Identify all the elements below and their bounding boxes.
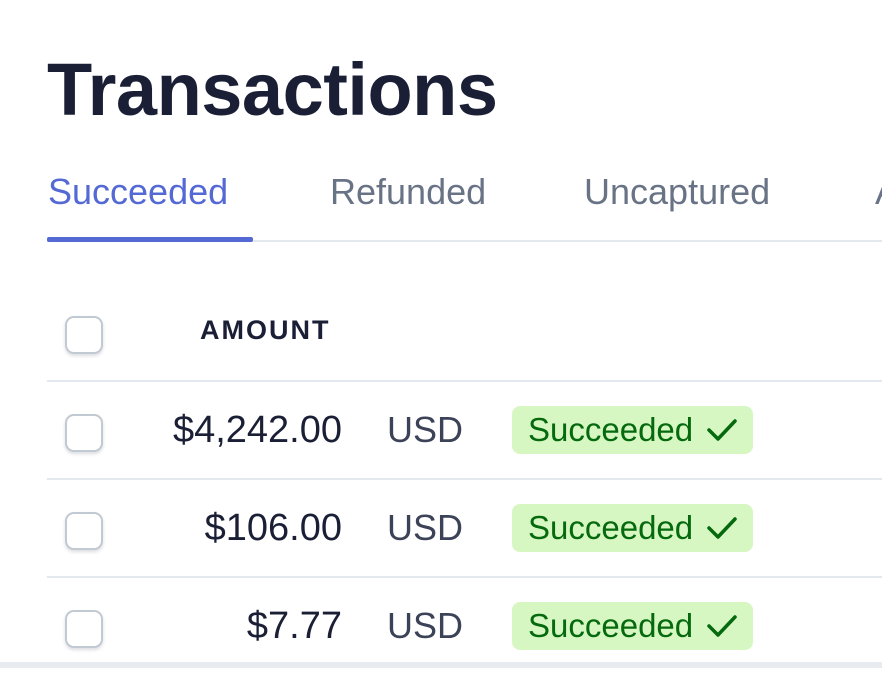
currency-code: USD [387,605,464,646]
amount-value: $106.00 [204,507,342,549]
select-all-checkbox[interactable] [65,316,103,354]
table-header-row: AMOUNT [47,284,882,382]
tab-bar: Succeeded Refunded Uncaptured A [47,160,882,242]
amount-value: $4,242.00 [172,409,342,451]
check-icon [707,615,737,637]
page-title: Transactions [47,48,498,131]
currency-code: USD [387,409,464,450]
status-badge: Succeeded [512,504,754,552]
bottom-divider [0,662,882,668]
column-header-amount[interactable]: AMOUNT [200,315,330,346]
status-label: Succeeded [528,509,694,546]
row-checkbox[interactable] [65,610,103,648]
row-checkbox[interactable] [65,512,103,550]
status-label: Succeeded [528,411,694,448]
check-icon [707,419,737,441]
active-tab-indicator [47,237,253,242]
status-label: Succeeded [528,607,694,644]
table-row[interactable]: $106.00 USD Succeeded [47,480,882,578]
status-badge: Succeeded [512,406,754,454]
status-badge: Succeeded [512,602,754,650]
row-checkbox[interactable] [65,414,103,452]
tab-all[interactable]: A [875,170,882,214]
amount-value: $7.77 [246,605,342,647]
tab-refunded[interactable]: Refunded [330,170,486,214]
currency-code: USD [387,507,464,548]
table-row[interactable]: $4,242.00 USD Succeeded [47,382,882,480]
tab-uncaptured[interactable]: Uncaptured [584,170,770,214]
tab-succeeded[interactable]: Succeeded [48,170,228,214]
check-icon [707,517,737,539]
